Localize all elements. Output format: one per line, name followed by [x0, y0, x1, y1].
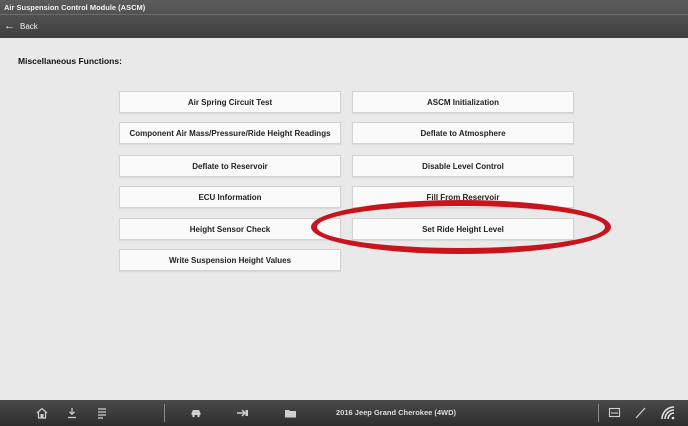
- left-arrow-icon: ←: [4, 20, 15, 32]
- bottom-bar: 2016 Jeep Grand Cherokee (4WD): [0, 400, 688, 426]
- deflate-to-reservoir-button[interactable]: Deflate to Reservoir: [119, 155, 341, 177]
- height-sensor-check-button[interactable]: Height Sensor Check: [119, 218, 341, 240]
- air-spring-circuit-test-button[interactable]: Air Spring Circuit Test: [119, 91, 341, 113]
- car-icon[interactable]: [188, 405, 204, 421]
- download-icon[interactable]: [64, 405, 80, 421]
- list-icon[interactable]: [94, 405, 110, 421]
- screen-icon[interactable]: [606, 405, 622, 421]
- write-suspension-height-values-button[interactable]: Write Suspension Height Values: [119, 249, 341, 271]
- divider: [598, 404, 599, 422]
- vehicle-label: 2016 Jeep Grand Cherokee (4WD): [336, 408, 457, 417]
- divider: [164, 404, 165, 422]
- set-ride-height-level-button[interactable]: Set Ride Height Level: [352, 218, 574, 240]
- back-label: Back: [20, 21, 38, 31]
- disable-level-control-button[interactable]: Disable Level Control: [352, 155, 574, 177]
- tools-icon[interactable]: [632, 405, 648, 421]
- divider: [0, 14, 688, 15]
- app-title: Air Suspension Control Module (ASCM): [4, 3, 146, 12]
- home-icon[interactable]: [34, 405, 50, 421]
- wifi-signal-icon[interactable]: [660, 405, 676, 421]
- ecu-information-button[interactable]: ECU Information: [119, 186, 341, 208]
- send-icon[interactable]: [234, 405, 250, 421]
- back-button[interactable]: ← Back: [4, 18, 38, 34]
- ascm-initialization-button[interactable]: ASCM Initialization: [352, 91, 574, 113]
- top-bar: Air Suspension Control Module (ASCM) ← B…: [0, 0, 688, 38]
- component-readings-button[interactable]: Component Air Mass/Pressure/Ride Height …: [119, 122, 341, 144]
- fill-from-reservoir-button[interactable]: Fill From Reservoir: [352, 186, 574, 208]
- section-title: Miscellaneous Functions:: [18, 56, 122, 66]
- folder-icon[interactable]: [282, 405, 298, 421]
- deflate-to-atmosphere-button[interactable]: Deflate to Atmosphere: [352, 122, 574, 144]
